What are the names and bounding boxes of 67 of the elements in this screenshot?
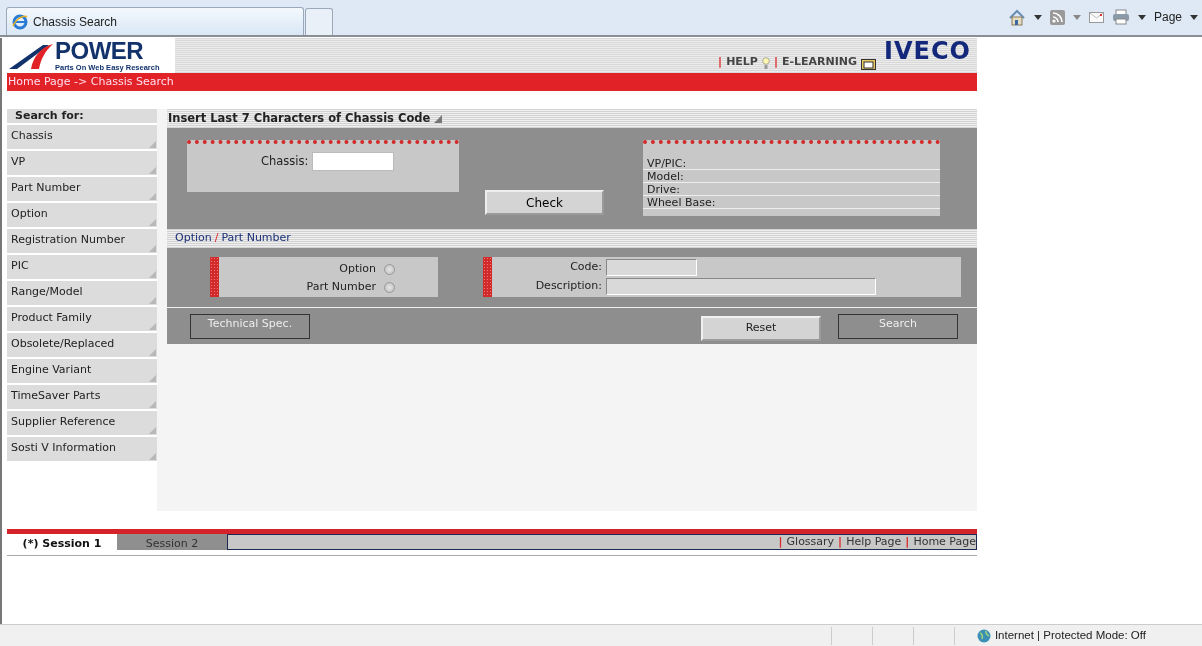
new-tab-button[interactable] bbox=[305, 8, 333, 35]
home-icon[interactable] bbox=[1007, 8, 1026, 26]
tab-title: Chassis Search bbox=[33, 13, 118, 31]
radio-label: Part Number bbox=[306, 278, 376, 295]
sidebar-item[interactable]: Engine Variant bbox=[7, 357, 157, 383]
footer-link[interactable]: Home Page bbox=[913, 533, 976, 551]
dropdown-arrow-icon[interactable] bbox=[1137, 14, 1146, 20]
field-label: Description: bbox=[534, 278, 602, 295]
dotted-side-strip bbox=[483, 257, 492, 297]
sidebar-item[interactable]: Chassis bbox=[7, 123, 157, 149]
info-label: Model: bbox=[643, 170, 940, 183]
field-label: Chassis: bbox=[261, 153, 309, 170]
separator: | bbox=[838, 533, 843, 550]
code-input[interactable] bbox=[606, 259, 697, 276]
status-text: Internet | Protected Mode: Off bbox=[994, 627, 1146, 643]
sidebar-item[interactable]: Sosti V Information bbox=[7, 435, 157, 461]
part-number-tab[interactable]: Part Number bbox=[221, 230, 291, 247]
logo-name: POWER bbox=[55, 39, 145, 63]
globe-icon bbox=[976, 628, 991, 643]
section-title: Insert Last 7 Characters of Chassis Code bbox=[168, 109, 431, 127]
separator: | bbox=[905, 533, 910, 550]
corner-triangle-icon bbox=[434, 114, 443, 123]
dropdown-arrow-icon[interactable] bbox=[1033, 14, 1042, 20]
breadcrumb: Home Page -> Chassis Search bbox=[7, 73, 977, 91]
check-button[interactable]: Check bbox=[485, 190, 604, 215]
radio-button[interactable] bbox=[384, 263, 395, 275]
mail-icon[interactable] bbox=[1088, 11, 1104, 23]
header-link[interactable]: HELP bbox=[726, 53, 758, 70]
sidebar-item[interactable]: Registration Number bbox=[7, 227, 157, 253]
sidebar-item[interactable]: Part Number bbox=[7, 175, 157, 201]
chassis-input[interactable] bbox=[312, 152, 395, 171]
sidebar-item[interactable]: PIC bbox=[7, 253, 157, 279]
radio-button[interactable] bbox=[384, 281, 395, 293]
info-label: VP/PIC: bbox=[643, 157, 940, 170]
sidebar-item[interactable]: Product Family bbox=[7, 305, 157, 331]
sidebar-item[interactable]: TimeSaver Parts bbox=[7, 383, 157, 409]
sidebar-item[interactable]: Obsolete/Replaced bbox=[7, 331, 157, 357]
session-tab[interactable]: Session 2 bbox=[117, 534, 227, 550]
separator: | bbox=[718, 53, 723, 70]
brand-logo: IVECO bbox=[884, 38, 971, 67]
sidebar-item[interactable]: Option bbox=[7, 201, 157, 227]
action-button[interactable]: Reset bbox=[701, 316, 821, 341]
separator: | bbox=[773, 53, 778, 70]
option-tab[interactable]: Option bbox=[175, 230, 212, 247]
rss-feed-icon[interactable] bbox=[1049, 9, 1065, 25]
separator: / bbox=[214, 230, 219, 247]
info-label: Drive: bbox=[643, 183, 940, 196]
radio-label: Option bbox=[339, 260, 376, 277]
sidebar-item[interactable]: Supplier Reference bbox=[7, 409, 157, 435]
printer-icon[interactable] bbox=[1111, 9, 1130, 25]
header-link[interactable]: E-LEARNING bbox=[781, 53, 858, 70]
field-label: Code: bbox=[569, 259, 602, 276]
separator: | bbox=[778, 533, 783, 550]
browser-tab[interactable]: Chassis Search bbox=[6, 7, 304, 35]
description-input[interactable] bbox=[606, 278, 876, 295]
footer-link[interactable]: Help Page bbox=[846, 533, 902, 551]
sidebar-item[interactable]: VP bbox=[7, 149, 157, 175]
browser-logo-icon bbox=[12, 13, 28, 30]
page-menu[interactable]: Page bbox=[1153, 8, 1182, 26]
lightbulb-icon bbox=[761, 57, 770, 70]
dropdown-arrow-icon[interactable] bbox=[1190, 14, 1198, 20]
dotted-side-strip bbox=[210, 257, 219, 297]
sidebar-item[interactable]: Range/Model bbox=[7, 279, 157, 305]
footer-link[interactable]: Glossary bbox=[786, 533, 835, 551]
info-label: Wheel Base: bbox=[643, 196, 940, 209]
folder-icon bbox=[861, 58, 877, 70]
sidebar-title: Search for: bbox=[7, 109, 157, 123]
